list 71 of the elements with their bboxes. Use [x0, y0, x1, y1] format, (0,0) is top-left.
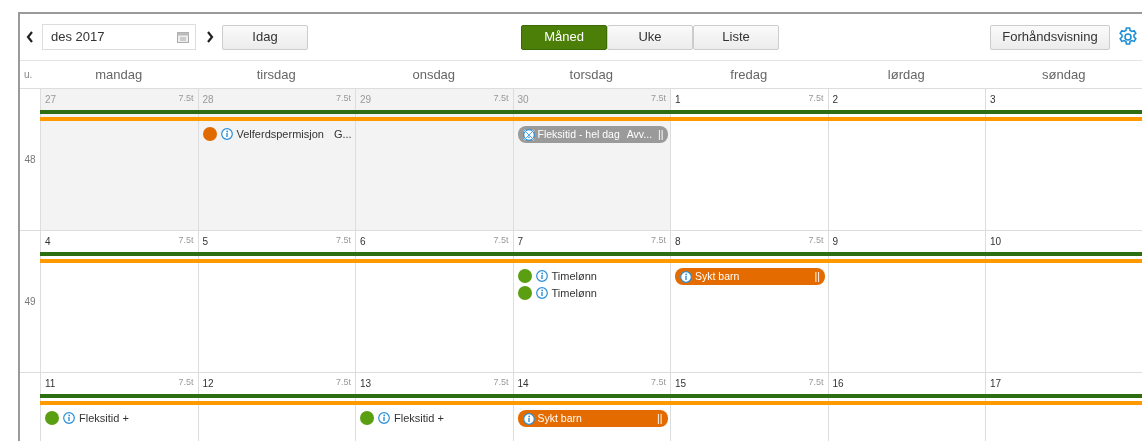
hours-label: 7.5t [336, 234, 351, 247]
day-number: 8 [675, 235, 681, 249]
event-label[interactable]: Fleksitid + [79, 409, 129, 427]
event-label[interactable]: Timelønn [551, 267, 597, 285]
day-number: 17 [990, 377, 1002, 391]
day-number: 16 [832, 377, 844, 391]
event-label[interactable]: Timelønn [551, 284, 597, 302]
date-field[interactable]: des 2017 [42, 24, 196, 50]
view-tab[interactable]: Uke [607, 24, 693, 50]
chevron-left-icon[interactable] [26, 31, 34, 43]
hours-label: 7.5t [336, 92, 351, 105]
hours-label: 7.5t [493, 92, 509, 105]
info-icon[interactable] [535, 287, 548, 299]
preview-button[interactable]: Forhåndsvisning [990, 24, 1110, 50]
day-number: 1 [675, 93, 681, 107]
event-detail: G... [333, 126, 352, 142]
hours-label: 7.5t [651, 376, 666, 389]
day-number: 15 [675, 377, 687, 391]
day-number: 27 [45, 93, 57, 107]
day-number: 3 [990, 93, 996, 107]
info-icon [680, 270, 692, 283]
day-number: 9 [832, 235, 839, 249]
day-number: 14 [517, 377, 529, 391]
day-number: 13 [360, 377, 372, 391]
day-cell[interactable]: 28 7.5t Velferdspermisjon G... [197, 89, 355, 230]
info-icon[interactable] [63, 412, 75, 424]
event-label: Fleksitid - hel dag [537, 126, 620, 142]
hours-label: 7.5t [336, 376, 351, 389]
day-number: 29 [360, 93, 372, 107]
info-icon[interactable] [378, 412, 390, 424]
hours-label: 7.5t [493, 234, 509, 247]
hours-label: 7.5t [808, 376, 824, 389]
hours-label: 7.5t [178, 376, 194, 389]
day-number: 28 [202, 93, 214, 107]
event-label[interactable]: Velferdspermisjon [236, 125, 324, 143]
day-number: 2 [832, 93, 839, 107]
day-number: 4 [45, 235, 51, 249]
chevron-right-icon[interactable] [206, 31, 214, 43]
view-tab[interactable]: Måned [521, 24, 607, 50]
hours-label: 7.5t [178, 92, 194, 105]
day-number: 30 [517, 93, 529, 107]
today-button[interactable]: Idag [222, 24, 308, 50]
day-number: 5 [202, 235, 209, 249]
crossed-info-icon [522, 128, 535, 141]
event-label: Sykt barn [695, 268, 740, 284]
info-icon[interactable] [535, 270, 548, 282]
calendar-icon [177, 31, 189, 43]
day-number: 6 [360, 235, 366, 249]
info-icon [522, 412, 535, 425]
hours-label: 7.5t [651, 234, 666, 247]
day-number: 10 [990, 235, 1002, 249]
info-icon[interactable] [220, 128, 233, 140]
event-label[interactable]: Fleksitid + [394, 409, 444, 427]
hours-label: 7.5t [178, 234, 194, 247]
hours-label: 7.5t [493, 376, 509, 389]
day-number: 7 [517, 235, 524, 249]
week-number: 49 [24, 295, 36, 309]
weekday-heading: søndag [985, 61, 1142, 89]
event-label: Sykt barn [537, 410, 582, 426]
week-column-heading: u. [20, 61, 40, 89]
hours-label: 7.5t [651, 92, 666, 105]
hours-label: 7.5t [808, 92, 824, 105]
settings-icon[interactable] [1118, 27, 1138, 47]
day-number: 12 [202, 377, 214, 391]
weekday-heading: lørdag [827, 61, 985, 89]
view-tab[interactable]: Liste [693, 24, 779, 50]
hours-label: 7.5t [808, 234, 824, 247]
weekday-heading: fredag [670, 61, 828, 89]
day-number: 11 [45, 377, 56, 391]
event-detail: Avv... [626, 126, 653, 142]
week-number: 48 [24, 153, 36, 167]
